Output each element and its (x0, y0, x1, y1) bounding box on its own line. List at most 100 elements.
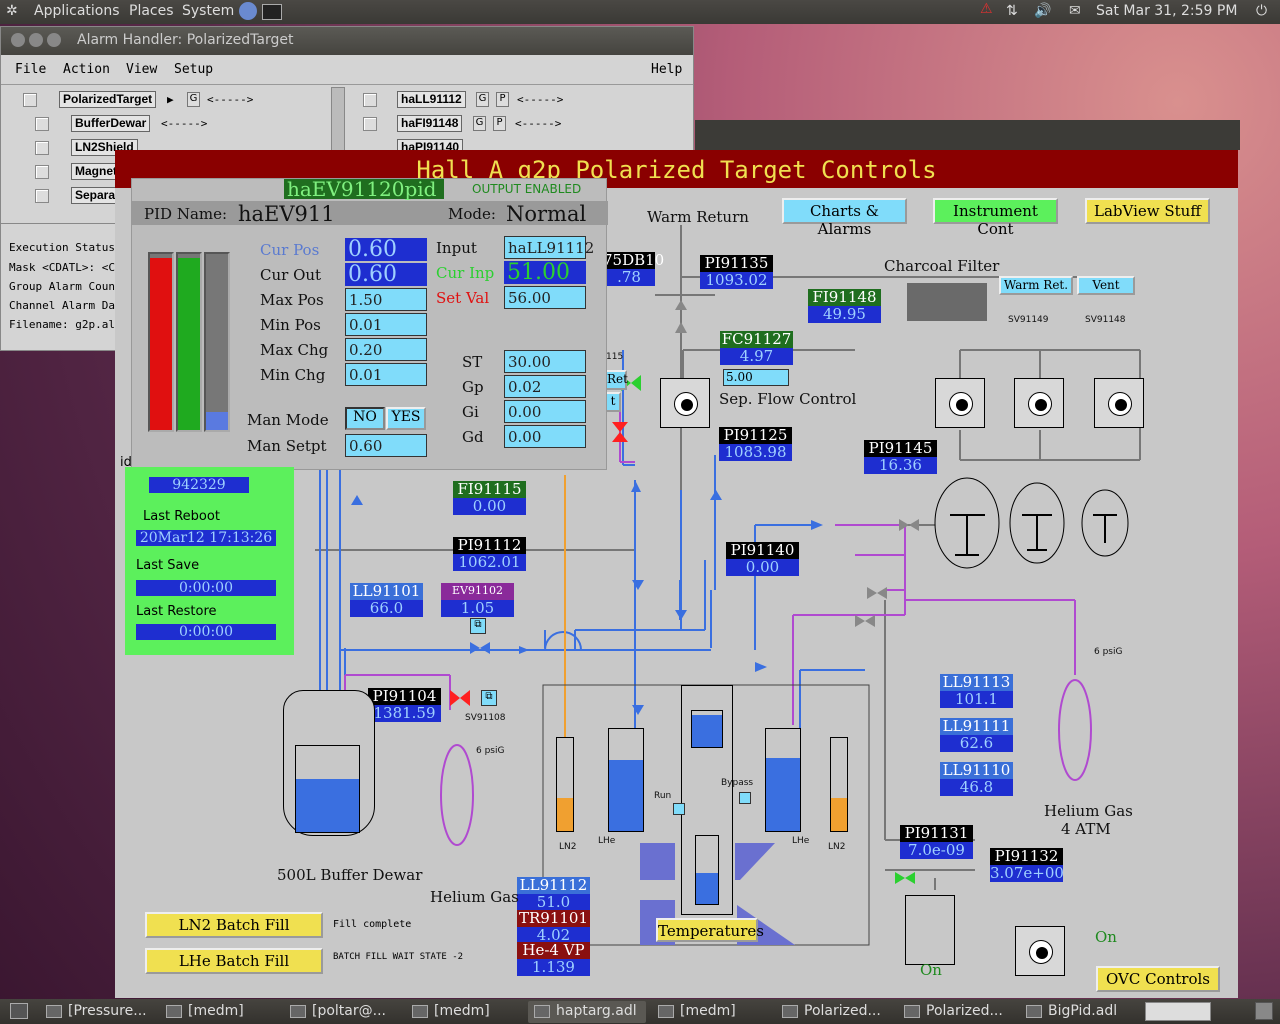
power-icon[interactable]: ⏻ (1256, 3, 1267, 19)
menu-view[interactable]: View (126, 62, 157, 77)
browser-icon[interactable] (239, 2, 257, 20)
sep-flow-setpoint[interactable]: 5.00 (723, 369, 789, 386)
process-button[interactable]: P (496, 92, 509, 107)
gi-field[interactable]: 0.00 (504, 400, 586, 423)
min-chg-field[interactable]: 0.01 (345, 363, 427, 386)
network-icon[interactable]: ⇅ (1006, 3, 1018, 19)
instrument-cont-button[interactable]: Instrument Cont (933, 198, 1058, 238)
task-medm-3[interactable]: [medm] (652, 1001, 770, 1023)
menu-help[interactable]: Help (651, 62, 682, 77)
temperatures-button[interactable]: Temperatures (656, 918, 764, 942)
ovc-pump-icon[interactable] (1015, 926, 1065, 976)
task-polarized-1[interactable]: Polarized... (776, 1001, 894, 1023)
max-chg-label: Max Chg (260, 341, 329, 359)
close-icon[interactable] (11, 33, 25, 47)
pump-1-icon[interactable] (935, 378, 985, 428)
st-label: ST (462, 353, 483, 371)
sv91108-control-button[interactable]: ⧉ (481, 690, 497, 706)
places-menu[interactable]: Places (129, 3, 174, 19)
task-medm-2[interactable]: [medm] (406, 1001, 524, 1023)
cur-pos-bar (148, 252, 174, 432)
set-val-field[interactable]: 56.00 (504, 286, 586, 309)
group-separator[interactable]: Separa (71, 187, 120, 204)
group-bufferdewar[interactable]: BufferDewar (71, 115, 151, 132)
trash-icon[interactable] (1255, 1002, 1273, 1020)
readout-ll91113: LL91113 101.1 (940, 674, 1013, 708)
show-desktop-icon[interactable] (10, 1003, 28, 1019)
bypass-valve-button[interactable] (739, 792, 751, 804)
clock[interactable]: Sat Mar 31, 2:59 PM (1096, 3, 1237, 19)
task-medm-1[interactable]: [medm] (160, 1001, 278, 1023)
channel-hafi91148[interactable]: haFI91148 (397, 115, 463, 132)
pump-2-icon[interactable] (1014, 378, 1064, 428)
readout-ll91110: LL91110 46.8 (940, 762, 1013, 796)
cur-out-label: Cur Out (260, 266, 322, 284)
max-chg-field[interactable]: 0.20 (345, 338, 427, 361)
man-setpt-field[interactable]: 0.60 (345, 434, 427, 457)
filename-label: Filename: g2p.al (9, 318, 115, 331)
group-magnet[interactable]: Magnet (71, 163, 121, 180)
menu-setup[interactable]: Setup (174, 62, 213, 77)
ret-button[interactable]: Ret (605, 370, 628, 390)
ovc-turbo-pump[interactable] (905, 895, 955, 965)
gd-field[interactable]: 0.00 (504, 425, 586, 448)
ev91102-pid-button[interactable]: ⧉ (470, 618, 486, 634)
gp-field[interactable]: 0.02 (504, 375, 586, 398)
ovc-controls-button[interactable]: OVC Controls (1096, 966, 1220, 992)
ln2-batch-fill-button[interactable]: LN2 Batch Fill (145, 912, 323, 938)
minimize-icon[interactable] (29, 33, 43, 47)
readout-pi91132: PI91132 3.07e+00 (990, 847, 1064, 882)
group-checkbox[interactable] (35, 117, 49, 131)
applications-menu[interactable]: Applications (34, 3, 120, 19)
warm-ret-button[interactable]: Warm Ret. (999, 276, 1073, 295)
terminal-icon[interactable] (262, 4, 282, 20)
man-mode-yes-button[interactable]: YES (386, 407, 426, 430)
input-field[interactable]: haLL91112 (504, 236, 594, 259)
guidance-button[interactable]: G (473, 116, 486, 131)
group-polarizedtarget[interactable]: PolarizedTarget (59, 91, 157, 108)
readout-ll91101: LL91101 66.0 (350, 583, 423, 617)
group-checkbox[interactable] (35, 189, 49, 203)
maximize-icon[interactable] (47, 33, 61, 47)
group-checkbox[interactable] (35, 141, 49, 155)
sep-pump-icon[interactable] (660, 378, 710, 428)
charts-alarms-button[interactable]: Charts & Alarms (782, 198, 907, 238)
system-menu[interactable]: System (182, 3, 234, 19)
max-pos-field[interactable]: 1.50 (345, 288, 427, 311)
menu-file[interactable]: File (15, 62, 46, 77)
alarm-title-bar[interactable]: Alarm Handler: PolarizedTarget (1, 27, 693, 55)
st-field[interactable]: 30.00 (504, 350, 586, 373)
ubuntu-logo-icon[interactable]: ✲ (6, 3, 18, 19)
task-poltar[interactable]: [poltar@... (284, 1001, 402, 1023)
arrow-icon[interactable]: ▶ (167, 93, 174, 106)
sv91108-label: SV91108 (465, 713, 506, 723)
group-checkbox[interactable] (35, 165, 49, 179)
task-polarized-2[interactable]: Polarized... (898, 1001, 1016, 1023)
mask-label: Mask <CDATL>: <Ca (9, 261, 122, 274)
guidance-button[interactable]: G (476, 92, 489, 107)
man-mode-no-button[interactable]: NO (345, 407, 385, 430)
channel-hall91112[interactable]: haLL91112 (397, 91, 466, 108)
task-pressure[interactable]: [Pressure... (40, 1001, 158, 1023)
volume-icon[interactable]: 🔊 (1034, 3, 1051, 19)
t-button[interactable]: t (605, 392, 621, 412)
pump-3-icon[interactable] (1094, 378, 1144, 428)
task-haptarg[interactable]: haptarg.adl (528, 1001, 646, 1023)
workspace-switcher[interactable] (1145, 1002, 1211, 1021)
set-val-label: Set Val (436, 289, 490, 307)
channel-checkbox[interactable] (363, 93, 377, 107)
guidance-button[interactable]: G (187, 92, 200, 107)
task-bigpid[interactable]: BigPid.adl (1020, 1001, 1138, 1023)
gd-label: Gd (462, 428, 484, 446)
warning-icon[interactable]: ⚠ (980, 1, 993, 17)
channel-checkbox[interactable] (363, 117, 377, 131)
process-button[interactable]: P (493, 116, 506, 131)
labview-stuff-button[interactable]: LabView Stuff (1085, 198, 1210, 224)
mail-icon[interactable]: ✉ (1069, 3, 1081, 19)
menu-action[interactable]: Action (63, 62, 110, 77)
lhe-batch-fill-button[interactable]: LHe Batch Fill (145, 948, 323, 974)
run-valve-button[interactable] (673, 803, 685, 815)
group-checkbox[interactable] (23, 93, 37, 107)
min-pos-field[interactable]: 0.01 (345, 313, 427, 336)
vent-button[interactable]: Vent (1077, 276, 1135, 295)
